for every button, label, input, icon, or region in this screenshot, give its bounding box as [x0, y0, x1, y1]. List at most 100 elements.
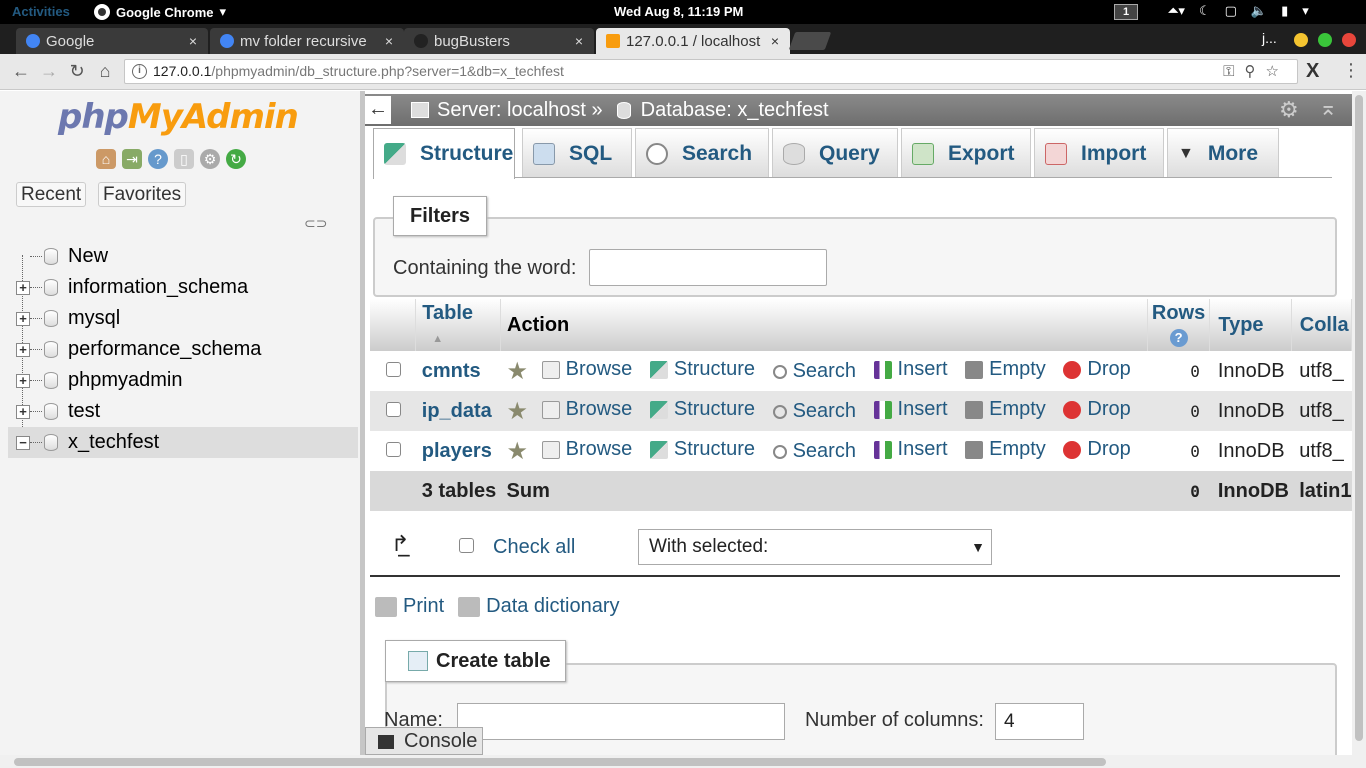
table-name-link[interactable]: ip_data — [416, 400, 492, 422]
expand-icon[interactable]: + — [16, 311, 30, 326]
extension-icon[interactable]: X — [1306, 60, 1319, 83]
favorites-button[interactable]: Favorites — [98, 182, 187, 207]
omnibox-actions[interactable]: ⚿⚲☆ — [1223, 60, 1289, 83]
structure-action[interactable]: Structure — [649, 398, 755, 421]
browser-tab-phpmyadmin[interactable]: 127.0.0.1 / localhost × — [596, 28, 790, 54]
search-action[interactable]: Search — [772, 400, 856, 423]
horizontal-scrollbar[interactable] — [0, 755, 1366, 768]
with-selected-select[interactable]: With selected: ▼ — [638, 529, 992, 565]
search-action[interactable]: Search — [772, 440, 856, 463]
docs-icon[interactable]: ▯ — [174, 149, 194, 169]
tab-search[interactable]: Search — [635, 128, 769, 178]
close-icon[interactable]: × — [570, 33, 588, 49]
browse-action[interactable]: Browse — [541, 438, 632, 461]
vertical-scrollbar[interactable] — [1352, 91, 1366, 755]
expand-icon[interactable]: + — [16, 342, 30, 357]
sort-collation-link[interactable]: Colla — [1300, 314, 1349, 336]
expand-icon[interactable]: + — [16, 373, 30, 388]
tab-query[interactable]: Query — [772, 128, 898, 178]
collapse-icon[interactable]: − — [16, 435, 30, 450]
check-all-checkbox[interactable] — [459, 538, 474, 553]
system-tray[interactable]: ⏶▾ ☾ ▢ 🔈 ▮ ▾ — [1168, 3, 1309, 19]
link-with-main-icon[interactable]: ⊂⊃ — [304, 215, 327, 232]
back-arrow-icon[interactable]: ← — [10, 61, 32, 82]
close-icon[interactable]: × — [380, 33, 398, 49]
collapse-top-icon[interactable]: ⌅ — [1319, 92, 1337, 124]
drop-action[interactable]: Drop — [1063, 358, 1131, 381]
data-dictionary-link[interactable]: Data dictionary — [458, 595, 620, 618]
close-icon[interactable]: × — [766, 33, 784, 49]
clock[interactable]: Wed Aug 8, 11:19 PM — [614, 4, 743, 19]
home-icon[interactable]: ⌂ — [96, 149, 116, 169]
empty-action[interactable]: Empty — [965, 438, 1046, 461]
workspace-indicator[interactable]: 1 — [1114, 4, 1138, 20]
browse-action[interactable]: Browse — [541, 358, 632, 381]
upload-icon[interactable]: ⏶▾ — [1168, 3, 1185, 19]
row-checkbox[interactable] — [386, 441, 401, 457]
table-name-link[interactable]: cmnts — [416, 360, 481, 382]
logout-icon[interactable]: ⇥ — [122, 149, 142, 169]
favorite-star-icon[interactable]: ★ — [501, 438, 529, 465]
tab-structure[interactable]: Structure — [373, 128, 515, 179]
recent-button[interactable]: Recent — [16, 182, 87, 207]
tree-node-mysql[interactable]: + mysql — [8, 303, 358, 334]
header-type[interactable]: Type — [1209, 299, 1292, 351]
new-tab-button[interactable] — [788, 32, 832, 50]
phpmyadmin-logo[interactable]: phpMyAdmin — [58, 97, 299, 137]
insert-action[interactable]: Insert — [873, 398, 948, 421]
empty-action[interactable]: Empty — [965, 398, 1046, 421]
header-collation[interactable]: Colla — [1291, 299, 1352, 351]
minimize-button[interactable] — [1294, 33, 1308, 47]
breadcrumb-database[interactable]: Database: x_techfest — [641, 94, 829, 126]
row-checkbox[interactable] — [386, 361, 401, 377]
reload-icon[interactable]: ↻ — [66, 61, 88, 82]
search-action[interactable]: Search — [772, 360, 856, 383]
tree-node-performance-schema[interactable]: + performance_schema — [8, 334, 358, 365]
tree-node-information-schema[interactable]: + information_schema — [8, 272, 358, 303]
tree-node-x-techfest[interactable]: − x_techfest — [8, 427, 358, 458]
table-name-link[interactable]: players — [416, 440, 492, 462]
check-all-label[interactable]: Check all — [493, 536, 575, 559]
forward-arrow-icon[interactable]: → — [38, 61, 60, 82]
filter-input[interactable] — [589, 249, 827, 286]
tab-sql[interactable]: SQL — [522, 128, 632, 178]
breadcrumb-server[interactable]: Server: localhost » — [437, 94, 603, 126]
favorite-star-icon[interactable]: ★ — [501, 398, 529, 425]
tree-node-test[interactable]: + test — [8, 396, 358, 427]
close-window-button[interactable] — [1342, 33, 1356, 47]
reload-icon[interactable]: ↻ — [226, 149, 246, 169]
tab-more[interactable]: ▼ More — [1167, 128, 1279, 178]
help-icon[interactable]: ? — [148, 149, 168, 169]
insert-action[interactable]: Insert — [873, 358, 948, 381]
gear-icon[interactable]: ⚙ — [1279, 94, 1299, 126]
structure-action[interactable]: Structure — [649, 438, 755, 461]
table-name-input[interactable] — [457, 703, 785, 740]
header-rows[interactable]: Rows ? — [1147, 299, 1211, 351]
tab-import[interactable]: Import — [1034, 128, 1164, 178]
browser-tab-mv-folder[interactable]: mv folder recursive × — [210, 28, 404, 54]
browser-tab-google[interactable]: Google × — [16, 28, 208, 54]
tree-node-new[interactable]: New — [8, 241, 358, 272]
sort-rows-link[interactable]: Rows — [1152, 302, 1205, 324]
print-link[interactable]: Print — [375, 595, 444, 618]
row-checkbox[interactable] — [386, 401, 401, 417]
console-toggle[interactable]: Console — [365, 727, 483, 755]
sort-type-link[interactable]: Type — [1218, 314, 1263, 336]
more-menu-icon[interactable]: ⋮ — [1342, 60, 1360, 81]
columns-input[interactable]: 4 — [995, 703, 1084, 740]
info-icon[interactable]: i — [132, 64, 147, 79]
address-bar[interactable]: i 127.0.0.1/phpmyadmin/db_structure.php?… — [124, 59, 1298, 84]
empty-action[interactable]: Empty — [965, 358, 1046, 381]
tree-node-phpmyadmin[interactable]: + phpmyadmin — [8, 365, 358, 396]
app-menu[interactable]: Google Chrome ▾ — [94, 4, 226, 20]
close-icon[interactable]: × — [184, 33, 202, 49]
activities-button[interactable]: Activities — [12, 4, 70, 19]
home-icon[interactable]: ⌂ — [94, 61, 116, 82]
gear-icon[interactable]: ⚙ — [200, 149, 220, 169]
expand-icon[interactable]: + — [16, 280, 30, 295]
insert-action[interactable]: Insert — [873, 438, 948, 461]
sort-table-link[interactable]: Table — [422, 302, 473, 324]
expand-icon[interactable]: + — [16, 404, 30, 419]
tab-export[interactable]: Export — [901, 128, 1031, 178]
drop-action[interactable]: Drop — [1063, 398, 1131, 421]
